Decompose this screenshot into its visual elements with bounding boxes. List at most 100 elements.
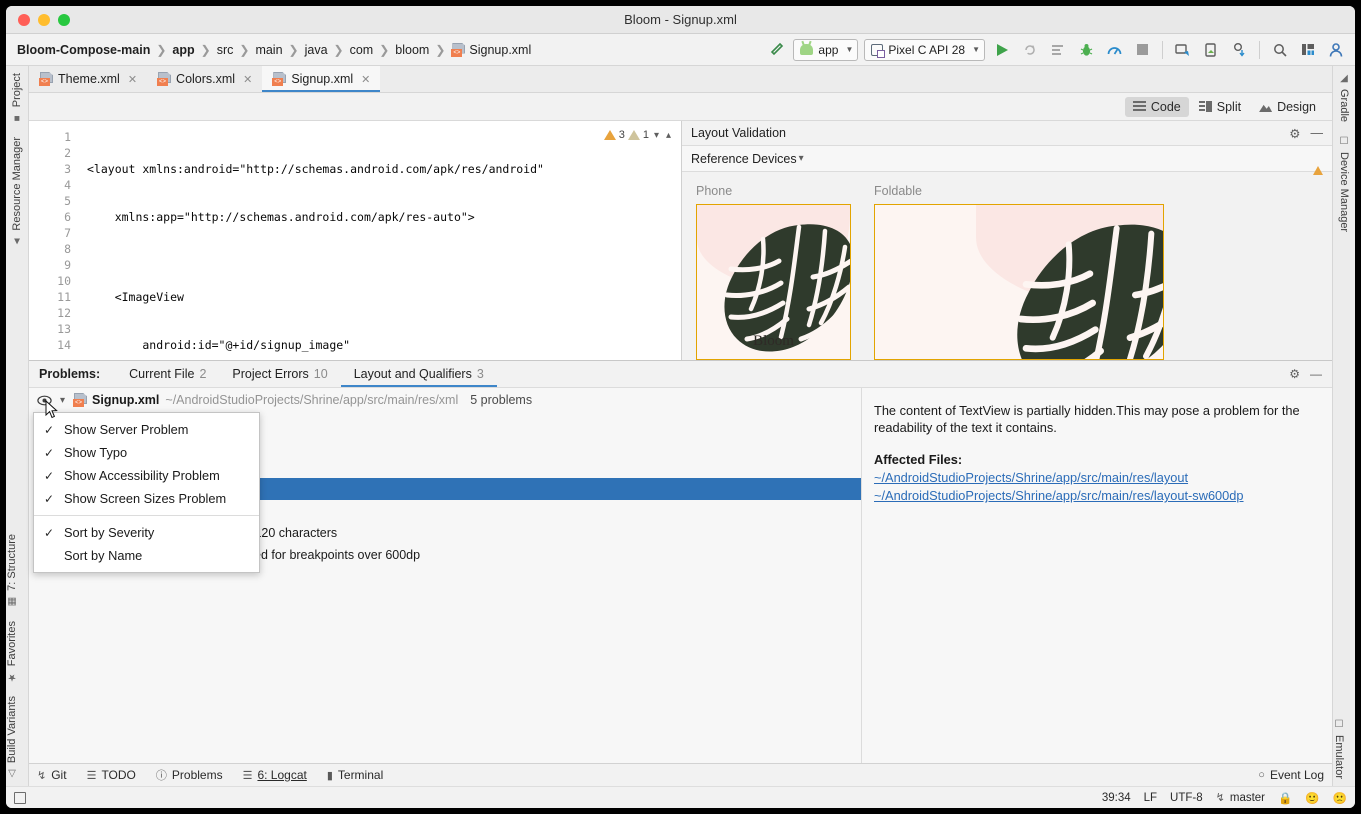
title-bar: Bloom - Signup.xml <box>6 6 1355 34</box>
tab-theme-xml[interactable]: Theme.xml ✕ <box>29 66 147 92</box>
breadcrumb-item-app[interactable]: app <box>169 42 197 58</box>
foldable-preview-frame[interactable] <box>874 204 1164 360</box>
split-view-icon <box>1199 101 1212 112</box>
line-number: 4 <box>29 177 81 193</box>
sidebar-item-emulator[interactable]: ☐ Emulator <box>1333 712 1345 786</box>
debug-bug-icon[interactable] <box>1075 39 1097 61</box>
sidebar-item-gradle[interactable]: ◢ Gradle <box>1333 66 1355 129</box>
tab-project-errors[interactable]: Project Errors 10 <box>219 361 340 387</box>
breadcrumb-item-file[interactable]: Signup.xml <box>448 42 534 58</box>
sidebar-item-resource-manager[interactable]: ▲ Resource Manager <box>6 130 28 254</box>
read-only-lock-icon[interactable]: 🔒 <box>1278 791 1292 805</box>
git-branch-widget[interactable]: ↯ master <box>1216 791 1265 804</box>
caret-position[interactable]: 39:34 <box>1102 792 1131 804</box>
left-rail-bottom-group: ▦ 7: Structure ★ Favorites △ Build Varia… <box>6 527 28 786</box>
editor-mode-split[interactable]: Split <box>1191 97 1249 117</box>
profiler-icon[interactable] <box>1103 39 1125 61</box>
prev-problem-icon[interactable]: ▴ <box>664 130 673 141</box>
event-log-button[interactable]: ○ Event Log <box>1258 768 1324 782</box>
hammer-icon[interactable] <box>765 39 787 61</box>
device-selector[interactable]: Pixel C API 28 ▼ <box>864 39 985 61</box>
sidebar-item-build-variants[interactable]: △ Build Variants <box>6 689 18 786</box>
menu-item-show-screen-sizes-problem[interactable]: ✓ Show Screen Sizes Problem <box>34 487 259 510</box>
breadcrumb-item-src[interactable]: src <box>214 42 237 58</box>
stop-square-icon[interactable] <box>1131 39 1153 61</box>
chevron-down-icon[interactable]: ▾ <box>58 395 67 406</box>
sad-face-icon[interactable]: 🙁 <box>1333 791 1347 805</box>
apply-code-changes-icon[interactable] <box>1047 39 1069 61</box>
toggle-tool-window-icon[interactable] <box>14 792 26 804</box>
file-encoding[interactable]: UTF-8 <box>1170 792 1203 804</box>
gradle-sync-icon[interactable] <box>1228 39 1250 61</box>
menu-item-show-server-problem[interactable]: ✓ Show Server Problem <box>34 418 259 441</box>
close-icon[interactable]: ✕ <box>243 73 252 86</box>
breadcrumb-item-main[interactable]: main <box>252 42 285 58</box>
branch-name: master <box>1230 792 1265 804</box>
gear-icon[interactable]: ⚙ <box>1289 126 1300 141</box>
android-studio-window: Bloom - Signup.xml Bloom-Compose-main ❯ … <box>6 6 1355 808</box>
tab-current-file[interactable]: Current File 2 <box>116 361 219 387</box>
code-lines-icon <box>1133 101 1146 112</box>
run-play-icon[interactable] <box>991 39 1013 61</box>
affected-file-link[interactable]: ~/AndroidStudioProjects/Shrine/app/src/m… <box>874 488 1320 503</box>
editor-mode-code[interactable]: Code <box>1125 97 1189 117</box>
device-preview-foldable[interactable]: Foldable <box>874 184 1164 360</box>
sidebar-item-device-manager[interactable]: ☐ Device Manager <box>1333 129 1355 239</box>
code-editor[interactable]: 1 2 3 4 5 6 7 8 9 10 11 12 13 14 <box>29 121 682 360</box>
search-icon[interactable] <box>1269 39 1291 61</box>
breadcrumb-item-java[interactable]: java <box>302 42 331 58</box>
device-preview-phone[interactable]: Phone <box>696 184 851 360</box>
editor-mode-design[interactable]: Design <box>1251 97 1324 117</box>
sidebar-item-project[interactable]: ■ Project <box>6 66 28 130</box>
menu-item-show-typo[interactable]: ✓ Show Typo <box>34 441 259 464</box>
breadcrumb-item-bloom[interactable]: bloom <box>392 42 432 58</box>
problems-panel-tools: ⚙ — <box>1289 361 1332 387</box>
editor-preview-split: 1 2 3 4 5 6 7 8 9 10 11 12 13 14 <box>29 121 1332 360</box>
sidebar-item-favorites[interactable]: ★ Favorites <box>6 614 18 689</box>
device-preview-list: Phone <box>682 172 1332 360</box>
bottom-item-logcat[interactable]: ☰ 6: Logcat <box>243 768 307 782</box>
sdk-manager-icon[interactable] <box>1200 39 1222 61</box>
close-icon[interactable]: ✕ <box>128 73 137 86</box>
problems-file-row[interactable]: ▾ Signup.xml ~/AndroidStudioProjects/Shr… <box>29 388 861 412</box>
phone-preview-frame[interactable]: Bloom <box>696 204 851 360</box>
minimize-icon[interactable]: — <box>1310 367 1322 381</box>
tab-layout-and-qualifiers[interactable]: Layout and Qualifiers 3 <box>341 361 497 387</box>
chevron-down-icon[interactable]: ▾ <box>797 153 806 164</box>
problems-list[interactable]: ▾ Signup.xml ~/AndroidStudioProjects/Shr… <box>29 388 862 763</box>
run-configuration-selector[interactable]: app ▼ <box>793 39 858 61</box>
bottom-item-problems[interactable]: ⓘ Problems <box>156 767 223 783</box>
project-structure-icon[interactable] <box>1297 39 1319 61</box>
sidebar-item-structure[interactable]: ▦ 7: Structure <box>6 527 18 614</box>
bottom-item-git[interactable]: ↯ Git <box>37 768 67 782</box>
line-number: 3 <box>29 161 81 177</box>
breadcrumb-item-project[interactable]: Bloom-Compose-main <box>14 42 153 58</box>
menu-item-sort-by-name[interactable]: Sort by Name <box>34 544 259 567</box>
apply-changes-icon[interactable] <box>1019 39 1041 61</box>
tab-colors-xml[interactable]: Colors.xml ✕ <box>147 66 262 92</box>
bottom-item-terminal[interactable]: ▮ Terminal <box>327 768 383 782</box>
affected-file-link[interactable]: ~/AndroidStudioProjects/Shrine/app/src/m… <box>874 470 1320 485</box>
code-line: <ImageView <box>87 289 681 305</box>
line-separator[interactable]: LF <box>1144 792 1157 804</box>
gear-icon[interactable]: ⚙ <box>1289 367 1300 381</box>
inspection-widget[interactable]: 3 1 ▾ ▴ <box>604 129 673 141</box>
tab-label: Current File <box>129 367 194 381</box>
editor-tab-bar: Theme.xml ✕ Colors.xml ✕ Signup.xml ✕ <box>29 66 1332 93</box>
minimize-icon[interactable]: — <box>1311 126 1324 141</box>
close-icon[interactable]: ✕ <box>361 73 370 86</box>
build-variants-icon: △ <box>7 768 18 779</box>
breadcrumb-item-com[interactable]: com <box>347 42 377 58</box>
navigation-toolbar: Bloom-Compose-main ❯ app ❯ src ❯ main ❯ … <box>6 34 1355 66</box>
avd-manager-icon[interactable] <box>1172 39 1194 61</box>
user-account-icon[interactable] <box>1325 39 1347 61</box>
tab-signup-xml[interactable]: Signup.xml ✕ <box>262 66 380 92</box>
menu-item-show-accessibility-problem[interactable]: ✓ Show Accessibility Problem <box>34 464 259 487</box>
menu-item-sort-by-severity[interactable]: ✓ Sort by Severity <box>34 521 259 544</box>
bottom-item-todo[interactable]: ☰ TODO <box>87 768 136 782</box>
next-problem-icon[interactable]: ▾ <box>652 130 661 141</box>
reference-devices-bar[interactable]: Reference Devices ▾ <box>682 146 1332 172</box>
problems-filter-context-menu[interactable]: ✓ Show Server Problem ✓ Show Typo ✓ Show… <box>33 412 260 573</box>
problems-tab-bar: Problems: Current File 2 Project Errors … <box>29 361 1332 388</box>
happy-face-icon[interactable]: 🙂 <box>1305 791 1319 805</box>
